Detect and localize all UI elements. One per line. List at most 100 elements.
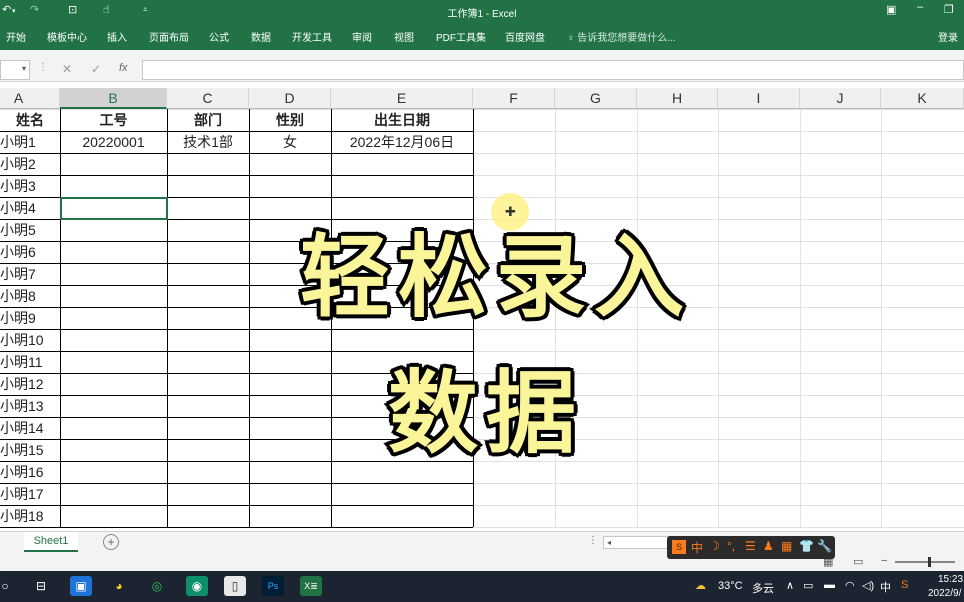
zoom-slider[interactable] [895, 561, 955, 563]
zoom-slider-thumb[interactable] [928, 557, 931, 567]
minimize-icon[interactable]: – [917, 1, 923, 13]
network-icon[interactable]: ◠ [845, 579, 855, 592]
header-cell-employee-id[interactable]: 工号 [60, 109, 167, 131]
cell-name[interactable]: 小明8 [0, 285, 60, 307]
tab-developer[interactable]: 开发工具 [292, 29, 332, 44]
cell-employee-id[interactable] [60, 351, 167, 373]
tab-formulas[interactable]: 公式 [209, 29, 229, 44]
cell-gender[interactable] [249, 483, 331, 505]
cell-name[interactable]: 小明12 [0, 373, 60, 395]
page-layout-view-icon[interactable]: ▭ [853, 555, 863, 568]
cell-name[interactable]: 小明16 [0, 461, 60, 483]
cell-department[interactable] [167, 285, 249, 307]
column-header-j[interactable]: J [800, 88, 881, 109]
cell-employee-id[interactable] [60, 439, 167, 461]
cell-department[interactable] [167, 417, 249, 439]
ime-tools-icon[interactable]: 🔧 [817, 539, 832, 553]
cell-department[interactable] [167, 153, 249, 175]
cell-gender[interactable] [249, 505, 331, 527]
cell-gender[interactable] [249, 153, 331, 175]
weather-icon[interactable]: ☁ [695, 579, 706, 592]
qq-icon[interactable]: ◕ [108, 576, 130, 596]
column-header-b[interactable]: B [60, 88, 167, 109]
cell-name[interactable]: 小明7 [0, 263, 60, 285]
confirm-entry-icon[interactable]: ✓ [91, 62, 101, 76]
header-cell-department[interactable]: 部门 [167, 109, 249, 131]
cell-department[interactable] [167, 175, 249, 197]
tray-overflow-icon[interactable]: ∧ [786, 579, 794, 592]
cell-name[interactable]: 小明13 [0, 395, 60, 417]
cell-employee-id[interactable] [60, 417, 167, 439]
cell-gender[interactable] [249, 395, 331, 417]
column-header-a[interactable]: A [0, 88, 60, 109]
cell-department[interactable] [167, 483, 249, 505]
cell-name[interactable]: 小明6 [0, 241, 60, 263]
search-icon[interactable]: ○ [0, 576, 16, 596]
tab-page-layout[interactable]: 页面布局 [149, 29, 189, 44]
tab-insert[interactable]: 插入 [107, 29, 127, 44]
cell-department[interactable] [167, 241, 249, 263]
cell-department[interactable]: 技术1部 [167, 131, 249, 153]
cell-department[interactable] [167, 373, 249, 395]
excel-taskbar-icon[interactable]: X≣ [300, 576, 322, 596]
cell-birth-date[interactable] [331, 175, 473, 197]
file-icon[interactable]: ▯ [224, 576, 246, 596]
weather-temperature[interactable]: 33°C [718, 580, 743, 592]
tab-baidu-netdisk[interactable]: 百度网盘 [505, 29, 545, 44]
cell-gender[interactable] [249, 175, 331, 197]
cell-department[interactable] [167, 329, 249, 351]
cell-gender[interactable] [249, 351, 331, 373]
cell-name[interactable]: 小明9 [0, 307, 60, 329]
ime-toolbar[interactable]: S 中 ☽ °, ☰ ♟ ▦ 👕 🔧 [667, 536, 835, 559]
cell-employee-id[interactable] [60, 241, 167, 263]
ime-user-icon[interactable]: ♟ [763, 539, 774, 553]
cell-name[interactable]: 小明5 [0, 219, 60, 241]
cell-gender[interactable]: 女 [249, 131, 331, 153]
cell-employee-id[interactable] [60, 395, 167, 417]
column-header-f[interactable]: F [473, 88, 555, 109]
header-cell-gender[interactable]: 性别 [249, 109, 331, 131]
column-header-h[interactable]: H [637, 88, 718, 109]
tab-data[interactable]: 数据 [251, 29, 271, 44]
clock-time[interactable]: 15:23 [938, 574, 963, 585]
ime-grid-icon[interactable]: ▦ [781, 539, 792, 553]
cell-department[interactable] [167, 461, 249, 483]
cell-gender[interactable] [249, 439, 331, 461]
cell-birth-date[interactable] [331, 505, 473, 527]
tab-template-center[interactable]: 模板中心 [47, 29, 87, 44]
cell-name[interactable]: 小明3 [0, 175, 60, 197]
cell-birth-date[interactable]: 2022年12月06日 [331, 131, 473, 153]
cell-employee-id[interactable] [60, 153, 167, 175]
cell-gender[interactable] [249, 461, 331, 483]
tray-device-icon[interactable]: ▬ [824, 579, 835, 591]
cell-name[interactable]: 小明2 [0, 153, 60, 175]
tab-pdf-tools[interactable]: PDF工具集 [436, 29, 486, 44]
volume-icon[interactable]: ◁) [862, 579, 874, 592]
cell-employee-id[interactable] [60, 175, 167, 197]
cell-name[interactable]: 小明17 [0, 483, 60, 505]
cell-birth-date[interactable] [331, 153, 473, 175]
cell-employee-id[interactable]: 20220001 [60, 131, 167, 153]
scroll-left-icon[interactable]: ◂ [603, 536, 615, 549]
cell-department[interactable] [167, 439, 249, 461]
task-view-icon[interactable]: ⊟ [30, 576, 52, 596]
weather-description[interactable]: 多云 [752, 580, 774, 596]
cell-employee-id[interactable] [60, 285, 167, 307]
tell-me-search[interactable]: ♀ 告诉我您想要做什么... [567, 29, 676, 44]
cell-gender[interactable] [249, 417, 331, 439]
ime-punctuation-icon[interactable]: °, [727, 539, 735, 553]
column-header-k[interactable]: K [881, 88, 964, 109]
column-header-d[interactable]: D [249, 88, 331, 109]
tab-split-handle-icon[interactable]: ⋮ [588, 535, 598, 546]
insert-function-icon[interactable]: fx [119, 62, 128, 74]
cell-employee-id[interactable] [60, 219, 167, 241]
column-header-c[interactable]: C [167, 88, 249, 109]
sheet-tab-sheet1[interactable]: Sheet1 [24, 532, 78, 552]
clock-date[interactable]: 2022/9/ [928, 588, 961, 599]
cell-name[interactable]: 小明15 [0, 439, 60, 461]
ime-logo-icon[interactable]: S [672, 540, 686, 554]
cell-employee-id[interactable] [60, 505, 167, 527]
cell-name[interactable]: 小明18 [0, 505, 60, 527]
input-language-indicator[interactable]: 中 [880, 579, 891, 595]
cell-employee-id[interactable] [60, 263, 167, 285]
